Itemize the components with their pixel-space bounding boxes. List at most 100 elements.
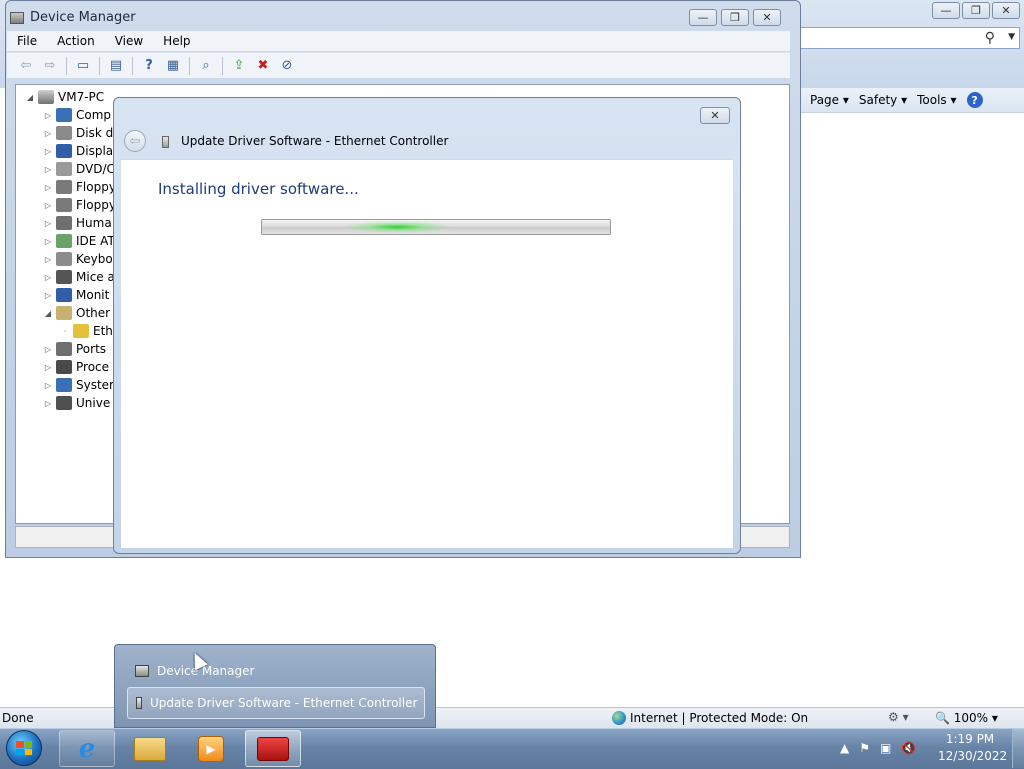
taskbar-media-player[interactable]: ▶: [183, 730, 239, 767]
tree-item[interactable]: ▷ Disk d: [44, 124, 113, 142]
tree-item[interactable]: · Eth: [61, 322, 113, 340]
help-icon[interactable]: ?: [966, 92, 983, 108]
taskbar-device-manager[interactable]: [245, 730, 301, 767]
dvd-drive-icon: [56, 162, 72, 176]
minimize-button[interactable]: —: [689, 9, 717, 26]
tree-item[interactable]: ▷ Mice a: [44, 268, 115, 286]
security-zone[interactable]: Internet | Protected Mode: On: [612, 711, 808, 725]
menu-view[interactable]: View: [105, 34, 153, 48]
globe-icon: [612, 711, 626, 725]
status-text: Done: [2, 711, 34, 725]
menu-file[interactable]: File: [7, 34, 47, 48]
ethernet-device-icon: [162, 136, 169, 148]
internet-explorer-icon: e: [78, 733, 96, 764]
tree-item[interactable]: ▷ Floppy: [44, 178, 116, 196]
tree-item[interactable]: ▷ Syster: [44, 376, 114, 394]
ie-command-bar: Page ▾ Safety ▾ Tools ▾ ?: [800, 88, 1024, 112]
tree-item-label: Displa: [76, 144, 114, 158]
expand-icon[interactable]: ▷: [44, 183, 52, 192]
console-view-icon[interactable]: ▦: [162, 56, 184, 76]
search-icon[interactable]: ⚲: [985, 30, 995, 46]
menu-action[interactable]: Action: [47, 34, 105, 48]
expand-icon[interactable]: ▷: [44, 345, 52, 354]
back-arrow-icon[interactable]: ⇦: [124, 130, 146, 152]
expand-icon[interactable]: ▷: [44, 165, 52, 174]
progress-marquee: [342, 221, 452, 233]
security-zone-label: Internet | Protected Mode: On: [630, 711, 809, 725]
expand-icon[interactable]: ▷: [44, 363, 52, 372]
ie-search-box[interactable]: ⚲ ▼: [800, 27, 1020, 49]
ie-maximize-button[interactable]: ❐: [962, 2, 990, 19]
expand-icon[interactable]: ▷: [44, 219, 52, 228]
tree-item[interactable]: ▷ Displa: [44, 142, 113, 160]
chevron-down-icon[interactable]: ▼: [1008, 32, 1015, 42]
expand-icon[interactable]: ▷: [44, 291, 52, 300]
taskbar-explorer[interactable]: [122, 730, 178, 767]
warning-device-icon: [73, 324, 89, 338]
tree-item[interactable]: ▷ Ports: [44, 340, 106, 358]
device-manager-icon: [135, 665, 149, 677]
device-manager-title: Device Manager: [10, 10, 136, 25]
close-button[interactable]: ✕: [753, 9, 781, 26]
notification-area: ▲ ⚑ ▣ 🔇: [840, 732, 916, 764]
tree-item[interactable]: ▷ Huma: [44, 214, 112, 232]
tools-menu[interactable]: Tools ▾: [917, 93, 956, 107]
network-icon[interactable]: ▣: [880, 741, 891, 755]
safety-menu[interactable]: Safety ▾: [859, 93, 907, 107]
menu-help[interactable]: Help: [153, 34, 200, 48]
expand-icon[interactable]: ▷: [44, 147, 52, 156]
show-desktop-button[interactable]: [1012, 729, 1024, 768]
collapse-icon[interactable]: ◢: [44, 309, 52, 318]
zoom-control[interactable]: 🔍 100% ▾: [935, 711, 998, 725]
expand-icon[interactable]: ▷: [44, 381, 52, 390]
tree-item-label: Monit: [76, 288, 110, 302]
expand-icon[interactable]: ▷: [44, 111, 52, 120]
tree-item[interactable]: ▷ Comp: [44, 106, 111, 124]
forward-arrow-icon[interactable]: ⇨: [39, 56, 61, 76]
system-clock[interactable]: 1:19 PM 12/30/2022: [938, 731, 1007, 765]
help-book-icon[interactable]: ?: [138, 56, 160, 76]
tree-item[interactable]: ▷ Keybo: [44, 250, 113, 268]
start-button[interactable]: [4, 730, 44, 766]
uninstall-icon[interactable]: ✖: [252, 56, 274, 76]
action-center-flag-icon[interactable]: ⚑: [859, 741, 870, 755]
popup-item-update-driver[interactable]: Update Driver Software - Ethernet Contro…: [127, 687, 425, 719]
expand-icon[interactable]: ▷: [44, 255, 52, 264]
update-driver-icon[interactable]: ⇪: [228, 56, 250, 76]
taskbar-internet-explorer[interactable]: e: [59, 730, 115, 767]
back-arrow-icon[interactable]: ⇦: [15, 56, 37, 76]
tree-item[interactable]: ▷ Floppy: [44, 196, 116, 214]
tree-item[interactable]: ▷ DVD/C: [44, 160, 115, 178]
expand-icon[interactable]: ▷: [44, 399, 52, 408]
expand-icon[interactable]: ▷: [44, 273, 52, 282]
system-devices-icon: [56, 378, 72, 392]
expand-icon[interactable]: ▷: [44, 201, 52, 210]
show-hidden-icons-icon[interactable]: ▲: [840, 741, 849, 755]
page-menu[interactable]: Page ▾: [810, 93, 849, 107]
display-adapter-icon: [56, 144, 72, 158]
disable-device-icon[interactable]: ⊘: [276, 56, 298, 76]
tree-item[interactable]: ◢ Other: [44, 304, 110, 322]
properties-icon[interactable]: ▤: [105, 56, 127, 76]
popup-item-device-manager[interactable]: Device Manager: [127, 657, 425, 685]
tree-root[interactable]: ◢ VM7-PC: [26, 88, 104, 106]
scan-hardware-icon[interactable]: ⌕: [195, 56, 217, 76]
expand-icon[interactable]: ▷: [44, 129, 52, 138]
protected-mode-icon[interactable]: ⚙ ▾: [888, 710, 909, 724]
collapse-icon[interactable]: ◢: [26, 93, 34, 102]
popup-item-label: Device Manager: [157, 664, 255, 678]
volume-muted-icon[interactable]: 🔇: [901, 741, 916, 755]
ie-minimize-button[interactable]: —: [932, 2, 960, 19]
keyboard-icon: [56, 252, 72, 266]
tree-item[interactable]: ▷ Monit: [44, 286, 109, 304]
tree-item[interactable]: ▷ IDE AT: [44, 232, 115, 250]
dialog-close-button[interactable]: ✕: [700, 107, 730, 124]
ie-close-button[interactable]: ✕: [992, 2, 1020, 19]
show-hide-tree-icon[interactable]: ▭: [72, 56, 94, 76]
tree-item[interactable]: ▷ Proce: [44, 358, 109, 376]
tree-item[interactable]: ▷ Unive: [44, 394, 110, 412]
maximize-button[interactable]: ❐: [721, 9, 749, 26]
tree-item-label: Proce: [76, 360, 110, 374]
expand-icon[interactable]: ▷: [44, 237, 52, 246]
windows-logo-icon: [6, 730, 42, 766]
